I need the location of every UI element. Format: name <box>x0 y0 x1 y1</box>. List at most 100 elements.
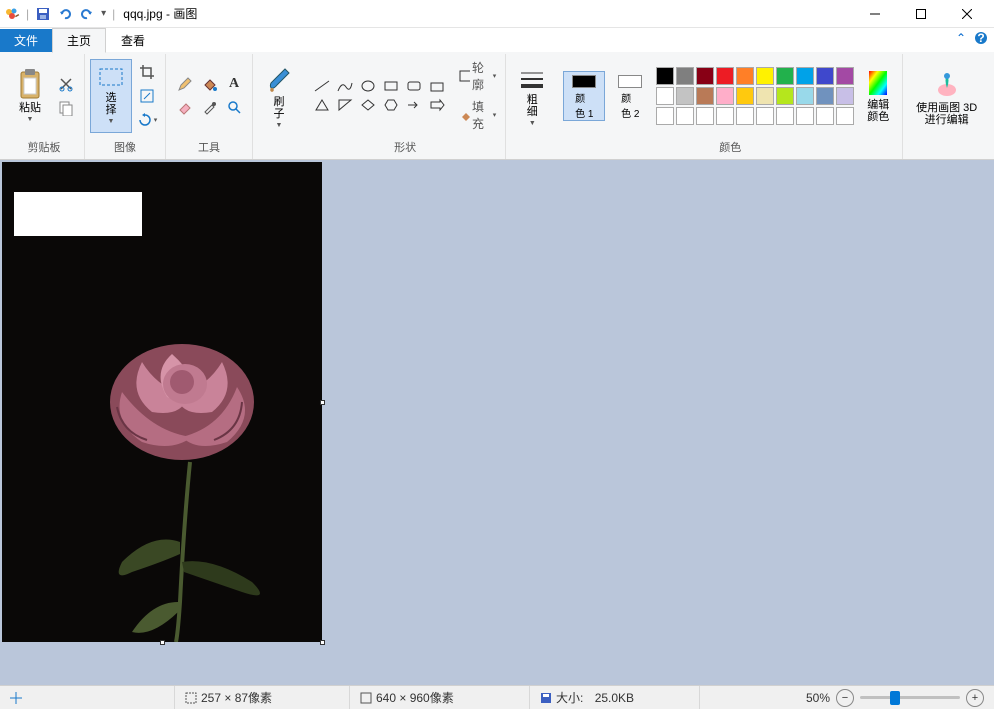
group-label-colors: 颜色 <box>719 137 741 159</box>
tab-file[interactable]: 文件 <box>0 29 52 52</box>
color-swatch[interactable] <box>736 87 754 105</box>
maximize-button[interactable] <box>898 0 944 28</box>
collapse-ribbon-icon[interactable]: ⌃ <box>956 31 966 45</box>
color-swatch[interactable] <box>736 107 754 125</box>
group-label-clipboard: 剪贴板 <box>28 137 61 159</box>
tab-home[interactable]: 主页 <box>52 28 106 53</box>
shapes-gallery[interactable] <box>311 77 448 114</box>
color1-button[interactable]: 颜 色 1 <box>564 72 604 120</box>
canvas-size-icon <box>360 692 372 704</box>
crop-button[interactable] <box>135 61 159 83</box>
paste-icon <box>17 68 43 100</box>
group-label-size <box>531 141 534 159</box>
eraser-icon <box>177 100 192 115</box>
resize-button[interactable] <box>135 85 159 107</box>
color-swatch[interactable] <box>836 107 854 125</box>
brush-button[interactable]: 刷 子▼ <box>259 62 299 134</box>
color-swatch[interactable] <box>676 107 694 125</box>
zoom-in-button[interactable]: + <box>966 689 984 707</box>
color-swatch[interactable] <box>716 67 734 85</box>
cut-button[interactable] <box>54 73 78 95</box>
paint3d-button[interactable]: 使用画图 3D 进行编辑 <box>909 62 984 134</box>
paste-button[interactable]: 粘贴▼ <box>10 60 50 132</box>
picker-tool[interactable] <box>197 96 221 118</box>
disk-icon <box>540 692 552 704</box>
color-swatch[interactable] <box>696 87 714 105</box>
status-selection: 257 × 87像素 <box>175 686 350 709</box>
pencil-icon <box>177 77 192 92</box>
crop-icon <box>139 64 155 80</box>
window-title: qqq.jpg - 画图 <box>123 5 197 22</box>
shape-outline-button[interactable]: 轮廓▾ <box>456 58 499 94</box>
color-swatch[interactable] <box>836 67 854 85</box>
resize-handle-e[interactable] <box>320 400 325 405</box>
eraser-tool[interactable] <box>172 96 196 118</box>
close-button[interactable] <box>944 0 990 28</box>
color-swatch[interactable] <box>776 107 794 125</box>
color-swatch[interactable] <box>676 87 694 105</box>
group-label-shapes: 形状 <box>394 137 416 159</box>
rotate-icon <box>137 112 153 128</box>
selection-size-icon <box>185 692 197 704</box>
color-swatch[interactable] <box>756 107 774 125</box>
color-swatch[interactable] <box>796 67 814 85</box>
color-swatch[interactable] <box>776 67 794 85</box>
color-swatch[interactable] <box>836 87 854 105</box>
qat-separator: | <box>26 7 29 21</box>
shape-fill-button[interactable]: 填充▾ <box>456 97 499 133</box>
minimize-button[interactable] <box>852 0 898 28</box>
copy-button[interactable] <box>54 97 78 119</box>
group-brush: 刷 子▼ <box>253 54 305 159</box>
edit-colors-button[interactable]: 编辑 颜色 <box>860 60 896 132</box>
qat-separator: | <box>112 7 115 21</box>
selection-overlay[interactable] <box>14 192 142 236</box>
color-swatch[interactable] <box>676 67 694 85</box>
fill-tool[interactable] <box>197 73 221 95</box>
color-swatch[interactable] <box>696 107 714 125</box>
zoom-tool[interactable] <box>222 96 246 118</box>
undo-icon[interactable] <box>57 6 73 22</box>
zoom-out-button[interactable]: − <box>836 689 854 707</box>
resize-handle-s[interactable] <box>160 640 165 645</box>
canvas-workspace[interactable] <box>0 160 994 685</box>
color-swatch[interactable] <box>776 87 794 105</box>
zoom-control: 50% − + <box>796 689 994 707</box>
group-shapes: 轮廓▾ 填充▾ 形状 <box>305 54 506 159</box>
color-swatch[interactable] <box>656 87 674 105</box>
select-icon <box>97 66 125 90</box>
color-swatch[interactable] <box>756 67 774 85</box>
rotate-button[interactable]: ▾ <box>135 109 159 131</box>
save-icon[interactable] <box>35 6 51 22</box>
color-swatch[interactable] <box>756 87 774 105</box>
select-button[interactable]: 选 择▼ <box>91 60 131 132</box>
help-icon[interactable]: ? <box>974 31 988 45</box>
color2-button[interactable]: 颜 色 2 <box>610 72 650 120</box>
tab-view[interactable]: 查看 <box>106 28 160 53</box>
color-swatch[interactable] <box>796 107 814 125</box>
canvas-image[interactable] <box>2 162 322 642</box>
color-swatch[interactable] <box>656 67 674 85</box>
redo-icon[interactable] <box>79 6 95 22</box>
pencil-tool[interactable] <box>172 73 196 95</box>
text-tool[interactable]: A <box>222 73 246 95</box>
zoom-slider[interactable] <box>860 696 960 699</box>
resize-handle-se[interactable] <box>320 640 325 645</box>
qat-customize-icon[interactable]: ▾ <box>101 8 106 19</box>
color-swatch[interactable] <box>696 67 714 85</box>
crosshair-icon <box>10 692 22 704</box>
magnifier-icon <box>227 100 242 115</box>
color-swatch[interactable] <box>656 107 674 125</box>
color-swatch[interactable] <box>716 107 734 125</box>
status-canvas-size: 640 × 960像素 <box>350 686 530 709</box>
brush-icon <box>265 66 293 94</box>
color-swatch[interactable] <box>796 87 814 105</box>
group-label-brush <box>277 141 280 159</box>
color-swatch[interactable] <box>716 87 734 105</box>
svg-text:?: ? <box>977 31 984 45</box>
color-palette[interactable] <box>656 67 854 125</box>
color-swatch[interactable] <box>736 67 754 85</box>
color-swatch[interactable] <box>816 67 834 85</box>
color-swatch[interactable] <box>816 87 834 105</box>
color-swatch[interactable] <box>816 107 834 125</box>
size-button[interactable]: 粗 细▼ <box>512 62 552 134</box>
